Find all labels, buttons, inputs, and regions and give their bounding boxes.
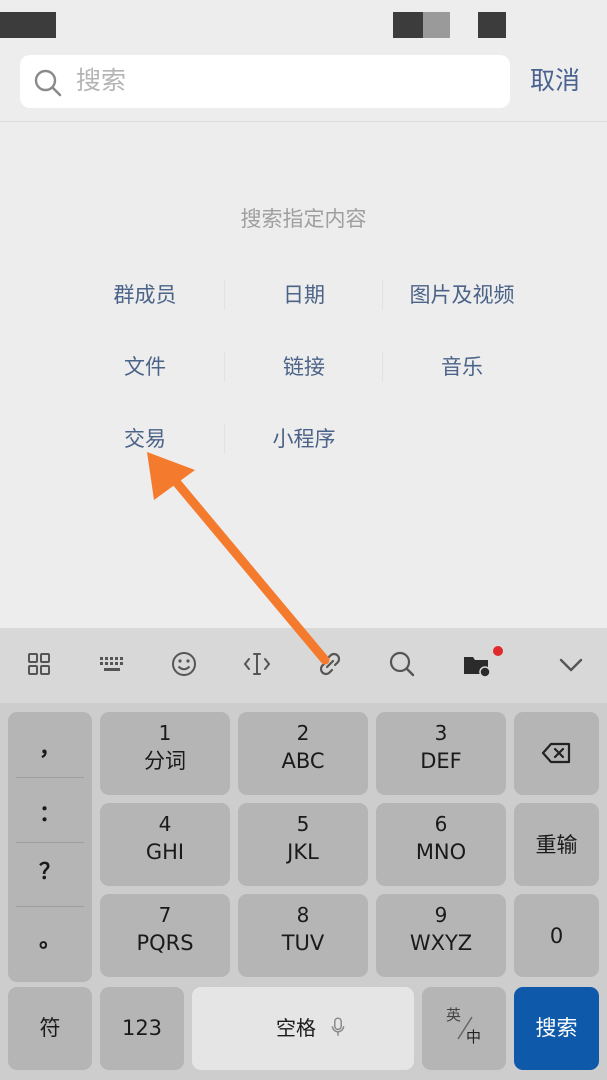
punct-period[interactable]: 。	[8, 926, 92, 956]
cursor-icon[interactable]	[240, 647, 274, 681]
language-divider	[457, 1016, 473, 1040]
category-mini-programs[interactable]: 小程序	[224, 423, 384, 455]
reenter-label: 重输	[535, 833, 578, 857]
category-divider	[382, 280, 383, 310]
key-2[interactable]: 2 ABC	[238, 712, 368, 795]
emoji-icon[interactable]	[167, 647, 201, 681]
key-number: 7	[158, 903, 172, 927]
key-number: 5	[296, 812, 310, 836]
category-transactions[interactable]: 交易	[65, 423, 225, 455]
divider	[0, 121, 607, 122]
backspace-key[interactable]	[514, 712, 599, 795]
category-divider	[382, 352, 383, 382]
key-number: 9	[434, 903, 448, 927]
search-placeholder: 搜索	[76, 66, 127, 95]
category-divider	[224, 352, 225, 382]
punct-question[interactable]: ？	[8, 858, 92, 888]
key-3[interactable]: 3 DEF	[376, 712, 506, 795]
key-letters: JKL	[287, 840, 319, 864]
divider	[16, 842, 84, 843]
folder-icon[interactable]	[460, 647, 494, 681]
search-hint: 搜索指定内容	[240, 207, 367, 231]
collapse-icon[interactable]	[554, 647, 588, 681]
key-6[interactable]: 6 MNO	[376, 803, 506, 886]
status-bar-block	[478, 12, 506, 38]
key-number: 2	[296, 721, 310, 745]
key-9[interactable]: 9 WXYZ	[376, 894, 506, 977]
key-number: 4	[158, 812, 172, 836]
key-0[interactable]: 0	[514, 894, 599, 977]
category-files[interactable]: 文件	[65, 351, 225, 383]
key-letters: TUV	[281, 931, 325, 955]
category-divider	[224, 424, 225, 454]
status-bar-block	[423, 12, 450, 38]
search-icon[interactable]	[385, 647, 419, 681]
search-key-label: 搜索	[535, 1016, 578, 1040]
numbers-key[interactable]: 123	[100, 987, 184, 1070]
space-label: 空格	[276, 1016, 316, 1040]
keyboard-toolbar	[0, 628, 607, 703]
backspace-icon	[541, 742, 571, 764]
key-number: 1	[158, 721, 172, 745]
keyboard-icon[interactable]	[95, 647, 129, 681]
search-icon	[34, 69, 62, 97]
symbols-key[interactable]: 符	[8, 987, 92, 1070]
category-music[interactable]: 音乐	[382, 351, 542, 383]
key-7[interactable]: 7 PQRS	[100, 894, 230, 977]
key-4[interactable]: 4 GHI	[100, 803, 230, 886]
space-key[interactable]: 空格	[192, 987, 414, 1070]
numbers-label: 123	[121, 1016, 163, 1040]
status-bar-block	[393, 12, 423, 38]
microphone-icon	[331, 1017, 345, 1036]
language-chinese-label: 中	[466, 1028, 482, 1046]
notification-dot	[493, 646, 503, 656]
punct-comma[interactable]: ，	[8, 734, 92, 764]
cancel-button[interactable]: 取消	[530, 62, 580, 100]
key-number: 8	[296, 903, 310, 927]
category-divider	[224, 280, 225, 310]
search-input[interactable]: 搜索	[20, 55, 510, 108]
category-links[interactable]: 链接	[224, 351, 384, 383]
key-letters: WXYZ	[409, 931, 473, 955]
key-letters: ABC	[281, 749, 325, 773]
link-icon[interactable]	[313, 647, 347, 681]
divider	[16, 777, 84, 778]
key-number: 3	[434, 721, 448, 745]
key-number: 0	[549, 924, 564, 948]
key-1[interactable]: 1 分词	[100, 712, 230, 795]
key-letters: PQRS	[136, 931, 194, 955]
divider	[16, 906, 84, 907]
symbols-label: 符	[39, 1016, 61, 1040]
key-letters: 分词	[144, 749, 186, 773]
key-letters: GHI	[145, 840, 185, 864]
search-key[interactable]: 搜索	[514, 987, 599, 1070]
status-bar-block	[0, 12, 56, 38]
category-group-members[interactable]: 群成员	[65, 279, 225, 311]
category-date[interactable]: 日期	[224, 279, 384, 311]
key-letters: MNO	[415, 840, 467, 864]
reenter-key[interactable]: 重输	[514, 803, 599, 886]
key-number: 6	[434, 812, 448, 836]
language-switch-key[interactable]: 英 中	[422, 987, 506, 1070]
grid-icon[interactable]	[22, 647, 56, 681]
key-8[interactable]: 8 TUV	[238, 894, 368, 977]
key-5[interactable]: 5 JKL	[238, 803, 368, 886]
key-letters: DEF	[420, 749, 462, 773]
punct-colon[interactable]: ：	[8, 800, 92, 830]
category-photos-videos[interactable]: 图片及视频	[382, 279, 542, 311]
